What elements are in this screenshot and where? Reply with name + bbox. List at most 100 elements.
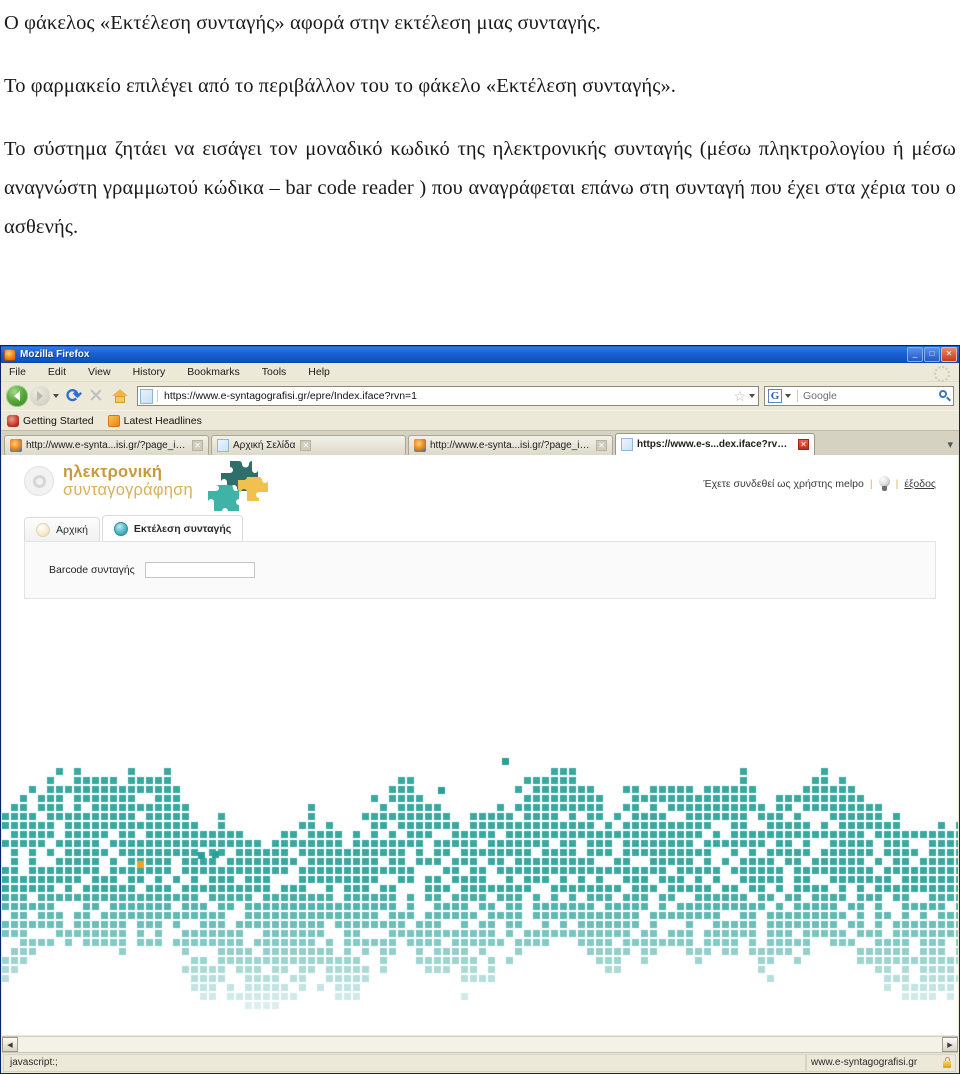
home-tab-icon bbox=[36, 522, 50, 537]
page-icon bbox=[140, 388, 153, 404]
forward-arrow-icon bbox=[30, 386, 50, 406]
reload-icon[interactable]: ⟳ bbox=[64, 387, 84, 406]
status-message: javascript:; bbox=[3, 1053, 806, 1072]
address-dropdown-icon[interactable] bbox=[749, 394, 755, 398]
site-header: ηλεκτρονική συνταγογράφηση Έχετε συνδεθε… bbox=[2, 455, 958, 515]
minimize-button[interactable]: _ bbox=[907, 347, 923, 362]
menu-item-bookmarks[interactable]: Bookmarks bbox=[187, 366, 240, 378]
browser-tab-label: https://www.e-s...dex.iface?rvn=1 bbox=[637, 439, 793, 450]
browser-tab-3[interactable]: http://www.e-synta...isi.gr/?page_id=63 … bbox=[408, 435, 613, 455]
browser-titlebar: Mozilla Firefox _ □ ✕ bbox=[1, 346, 959, 363]
tab-label: Εκτέλεση συνταγής bbox=[133, 522, 232, 535]
maximize-button[interactable]: □ bbox=[924, 347, 940, 362]
page-viewport: ηλεκτρονική συνταγογράφηση Έχετε συνδεθε… bbox=[2, 455, 958, 1035]
stop-icon[interactable]: ✕ bbox=[86, 387, 106, 406]
tab-arxiki[interactable]: Αρχική bbox=[24, 517, 100, 541]
firefox-icon bbox=[7, 414, 19, 427]
tab-label: Αρχική bbox=[56, 523, 88, 536]
status-domain: www.e-syntagografisi.gr bbox=[811, 1057, 918, 1068]
google-icon[interactable]: G bbox=[768, 389, 782, 403]
menu-item-file[interactable]: File bbox=[9, 366, 26, 378]
search-engine-dropdown-icon[interactable] bbox=[785, 394, 791, 398]
menu-item-edit[interactable]: Edit bbox=[48, 366, 66, 378]
scroll-right-arrow-icon[interactable]: ▶ bbox=[942, 1037, 958, 1052]
lock-icon bbox=[943, 1057, 951, 1068]
app-tabs: Αρχική Εκτέλεση συνταγής bbox=[24, 515, 936, 541]
lightbulb-icon[interactable] bbox=[878, 476, 890, 491]
menu-item-view[interactable]: View bbox=[88, 366, 111, 378]
browser-statusbar: javascript:; www.e-syntagografisi.gr bbox=[2, 1052, 958, 1072]
bookmark-latest-headlines[interactable]: Latest Headlines bbox=[107, 414, 202, 427]
scroll-left-arrow-icon[interactable]: ◀ bbox=[2, 1037, 18, 1052]
bookmark-label: Getting Started bbox=[23, 414, 94, 427]
loading-throbber-icon bbox=[934, 366, 950, 382]
tab-close-icon[interactable]: ✕ bbox=[192, 440, 203, 451]
back-arrow-icon bbox=[6, 385, 28, 407]
browser-title: Mozilla Firefox bbox=[20, 349, 90, 360]
logo-ring-icon bbox=[24, 466, 54, 496]
paragraph-3: Το σύστημα ζητάει να εισάγει τον μοναδικ… bbox=[4, 138, 956, 238]
menu-item-history[interactable]: History bbox=[133, 366, 166, 378]
browser-tab-2[interactable]: Αρχική Σελίδα ✕ bbox=[211, 435, 406, 455]
logo-line-2: συνταγογράφηση bbox=[63, 480, 193, 499]
browser-tab-1[interactable]: http://www.e-synta...isi.gr/?page_id=63 … bbox=[4, 435, 209, 455]
logged-in-text: Έχετε συνδεθεί ως χρήστης melpo bbox=[703, 477, 864, 490]
address-bar[interactable]: https://www.e-syntagografisi.gr/epre/Ind… bbox=[137, 386, 759, 406]
pattern-canvas bbox=[2, 735, 958, 1035]
separator-1: | bbox=[869, 477, 873, 490]
browser-navigation-toolbar: ⟳ ✕ https://www.e-syntagografisi.gr/epre… bbox=[1, 382, 959, 410]
window-controls: _ □ ✕ bbox=[907, 347, 957, 362]
puzzle-pieces-icon bbox=[208, 461, 268, 511]
menu-item-tools[interactable]: Tools bbox=[262, 366, 287, 378]
forward-button[interactable] bbox=[30, 386, 50, 406]
browser-window: Mozilla Firefox _ □ ✕ File Edit View His… bbox=[0, 345, 960, 1074]
paragraph-2: Το φαρμακείο επιλέγει από το περιβάλλον … bbox=[4, 75, 677, 97]
tab-close-icon[interactable]: ✕ bbox=[300, 440, 312, 451]
footer-square-pattern bbox=[2, 735, 958, 1035]
horizontal-scrollbar[interactable]: ◀ ▶ bbox=[2, 1036, 958, 1053]
tab-ektelesi-syntagis[interactable]: Εκτέλεση συνταγής bbox=[101, 515, 244, 541]
firefox-icon bbox=[4, 348, 16, 361]
tab-close-icon[interactable]: ✕ bbox=[798, 439, 809, 450]
tab-close-icon[interactable]: ✕ bbox=[596, 440, 607, 451]
rss-icon bbox=[107, 414, 120, 427]
browser-tab-label: http://www.e-synta...isi.gr/?page_id=63 bbox=[430, 440, 591, 451]
site-logo: ηλεκτρονική συνταγογράφηση bbox=[24, 464, 193, 498]
page-icon bbox=[621, 438, 633, 451]
browser-tab-4-active[interactable]: https://www.e-s...dex.iface?rvn=1 ✕ bbox=[615, 433, 815, 455]
menu-item-help[interactable]: Help bbox=[308, 366, 330, 378]
logo-wordmark: ηλεκτρονική συνταγογράφηση bbox=[63, 464, 193, 498]
history-dropdown-icon[interactable] bbox=[53, 394, 59, 398]
search-input[interactable]: Google bbox=[797, 390, 937, 402]
bookmark-star-icon[interactable]: ☆ bbox=[731, 389, 748, 403]
page-icon bbox=[217, 439, 229, 452]
browser-tab-label: http://www.e-synta...isi.gr/?page_id=63 bbox=[26, 440, 187, 451]
document-text-block: Ο φάκελος «Εκτέλεση συνταγής» αφορά στην… bbox=[0, 0, 960, 345]
logout-link[interactable]: έξοδος bbox=[904, 478, 936, 490]
separator-2: | bbox=[895, 477, 899, 490]
browser-menubar: File Edit View History Bookmarks Tools H… bbox=[1, 363, 959, 382]
bookmark-getting-started[interactable]: Getting Started bbox=[7, 414, 94, 427]
execute-tab-icon bbox=[113, 521, 128, 536]
back-button[interactable] bbox=[6, 385, 28, 407]
close-button[interactable]: ✕ bbox=[941, 347, 957, 362]
security-status[interactable]: www.e-syntagografisi.gr bbox=[806, 1053, 956, 1072]
bookmarks-toolbar: Getting Started Latest Headlines bbox=[1, 410, 959, 430]
search-bar[interactable]: G Google bbox=[764, 386, 954, 406]
firefox-icon bbox=[10, 439, 22, 452]
search-icon[interactable] bbox=[937, 389, 953, 403]
barcode-form-panel: Barcode συνταγής bbox=[24, 541, 936, 599]
paragraph-1: Ο φάκελος «Εκτέλεση συνταγής» αφορά στην… bbox=[4, 12, 601, 34]
scrollbar-track[interactable] bbox=[18, 1036, 942, 1053]
user-status-bar: Έχετε συνδεθεί ως χρήστης melpo | | έξοδ… bbox=[703, 476, 936, 491]
browser-tabstrip: http://www.e-synta...isi.gr/?page_id=63 … bbox=[1, 430, 959, 455]
barcode-input[interactable] bbox=[144, 562, 255, 578]
home-icon[interactable] bbox=[111, 388, 129, 404]
firefox-icon bbox=[414, 439, 426, 452]
tab-list-dropdown-icon[interactable]: ▾ bbox=[947, 438, 953, 451]
url-text: https://www.e-syntagografisi.gr/epre/Ind… bbox=[157, 390, 731, 402]
browser-tab-label: Αρχική Σελίδα bbox=[233, 440, 296, 451]
bookmark-label: Latest Headlines bbox=[123, 414, 202, 427]
barcode-label: Barcode συνταγής bbox=[49, 564, 135, 576]
barcode-field-row: Barcode συνταγής bbox=[25, 562, 255, 578]
